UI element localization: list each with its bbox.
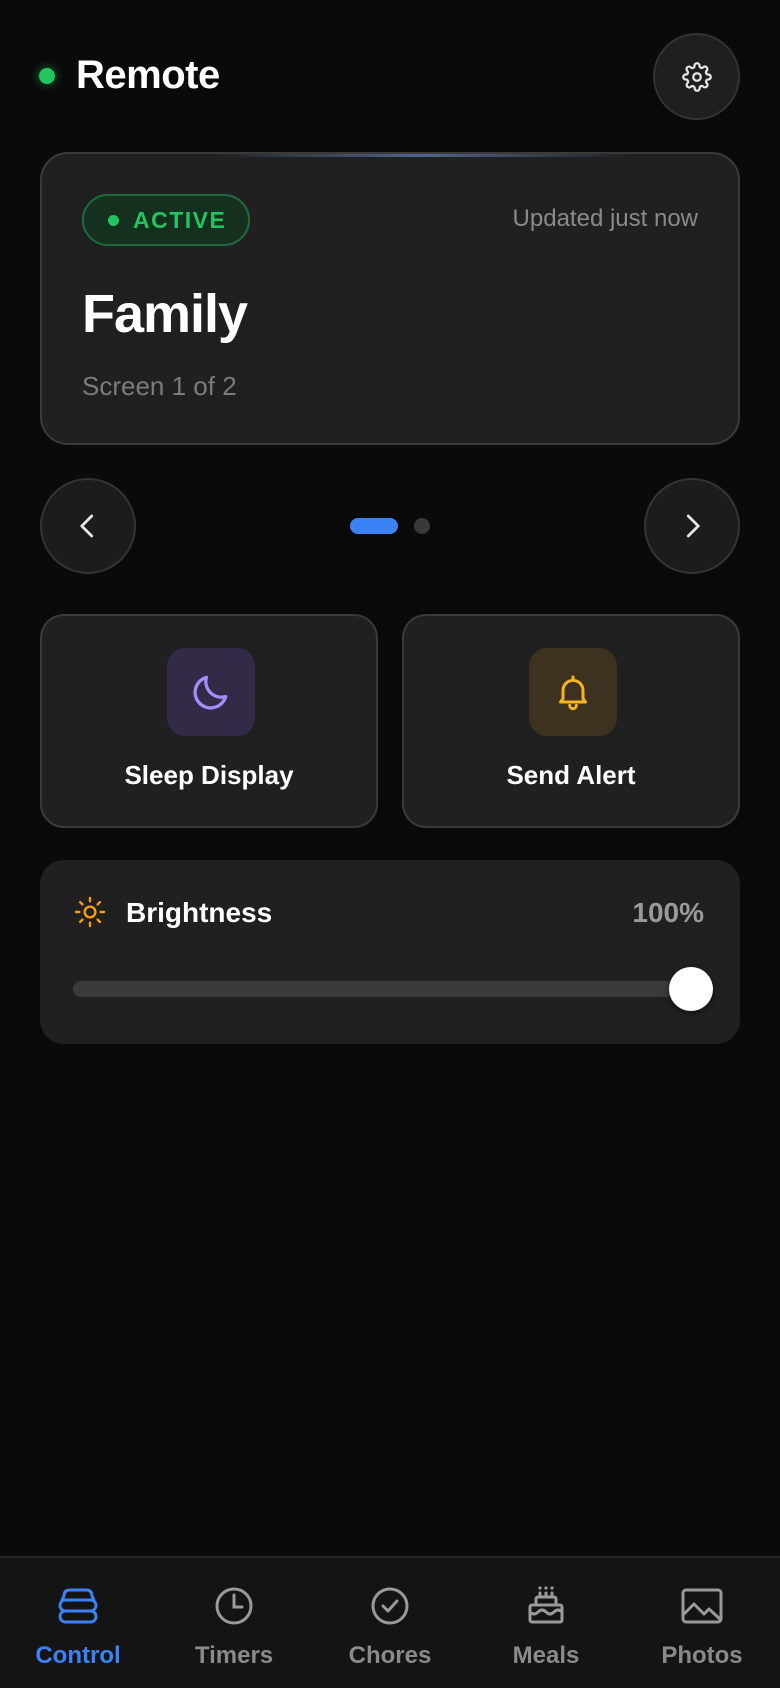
sleep-icon-box: [167, 648, 255, 736]
nav-item-timers[interactable]: Timers: [156, 1558, 312, 1688]
brightness-slider-fill: [73, 981, 703, 997]
status-badge: ACTIVE: [82, 194, 250, 246]
sun-icon: [74, 896, 106, 928]
page-title: Remote: [76, 53, 220, 97]
alert-icon-box: [529, 648, 617, 736]
screen-name: Family: [82, 284, 248, 344]
brightness-card: Brightness 100%: [40, 860, 740, 1044]
sleep-display-button[interactable]: Sleep Display: [40, 614, 378, 828]
nav-item-meals[interactable]: Meals: [468, 1558, 624, 1688]
clock-icon: [215, 1587, 253, 1625]
status-badge-label: ACTIVE: [133, 206, 227, 233]
nav-label-control: Control: [35, 1642, 121, 1669]
gear-icon: [681, 61, 712, 92]
brightness-slider-thumb[interactable]: [669, 967, 713, 1011]
chevron-left-icon: [80, 514, 94, 538]
check-circle-icon: [371, 1587, 409, 1625]
moon-icon: [193, 675, 228, 710]
bottom-nav: Control Timers Chores Meals Photos: [0, 1556, 780, 1688]
brightness-slider-track[interactable]: [73, 981, 703, 997]
screen-index: Screen 1 of 2: [82, 371, 237, 401]
brightness-label: Brightness: [126, 897, 273, 928]
nav-item-photos[interactable]: Photos: [624, 1558, 780, 1688]
image-icon: [681, 1588, 723, 1624]
nav-label-meals: Meals: [512, 1642, 580, 1669]
layers-icon: [58, 1588, 98, 1624]
header: Remote: [0, 0, 780, 150]
chevron-right-icon: [686, 514, 700, 538]
remote-control-screen: Remote ACTIVE Updated just now Family Sc…: [0, 0, 780, 1688]
brightness-value: 100%: [632, 897, 704, 928]
updated-timestamp: Updated just now: [512, 205, 698, 232]
nav-label-timers: Timers: [194, 1642, 274, 1669]
nav-item-chores[interactable]: Chores: [312, 1558, 468, 1688]
previous-screen-button[interactable]: [40, 478, 136, 574]
nav-item-control[interactable]: Control: [0, 1558, 156, 1688]
send-alert-button[interactable]: Send Alert: [402, 614, 740, 828]
bell-icon: [559, 675, 587, 711]
nav-label-photos: Photos: [661, 1642, 743, 1669]
cake-icon: [528, 1586, 564, 1624]
status-badge-dot: [108, 214, 119, 226]
sleep-display-label: Sleep Display: [124, 760, 294, 790]
send-alert-label: Send Alert: [506, 760, 636, 790]
page-indicator-dot-2[interactable]: [414, 518, 430, 534]
settings-button[interactable]: [653, 33, 740, 120]
page-indicator-dot-1[interactable]: [350, 518, 398, 534]
next-screen-button[interactable]: [644, 478, 740, 574]
current-screen-card: ACTIVE Updated just now Family Screen 1 …: [40, 152, 740, 445]
connection-status-dot: [39, 68, 55, 84]
nav-label-chores: Chores: [348, 1642, 432, 1669]
